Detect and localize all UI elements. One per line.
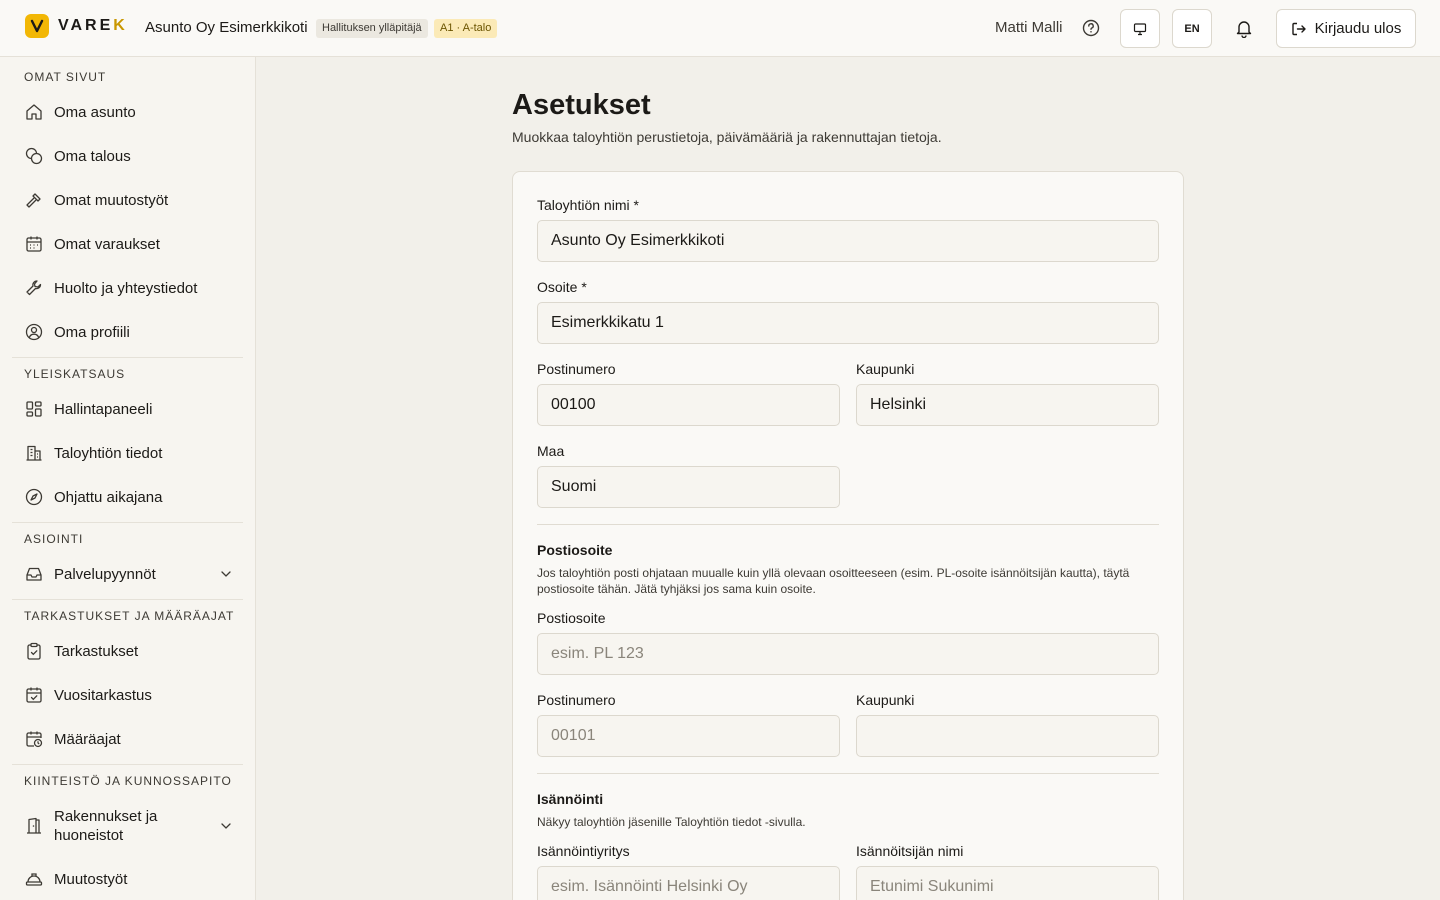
address-input[interactable] (537, 302, 1159, 344)
help-icon[interactable] (1082, 19, 1100, 37)
dashboard-icon (26, 401, 42, 417)
mail-city-label: Kaupunki (856, 692, 915, 708)
name-input[interactable] (537, 220, 1159, 262)
door-icon (27, 817, 41, 834)
org-name: Asunto Oy Esimerkkikoti (145, 19, 308, 36)
sidebar-item-tarkastukset[interactable]: Tarkastukset (12, 631, 243, 671)
logout-button[interactable]: Kirjaudu ulos (1276, 9, 1416, 48)
apartment-badge: A1 · A-talo (434, 19, 498, 38)
chevron-down-icon[interactable] (219, 819, 233, 833)
language-button[interactable]: EN (1172, 9, 1212, 48)
city-label: Kaupunki (856, 361, 915, 377)
management-description: Näkyy taloyhtiön jäsenille Taloyhtiön ti… (537, 815, 806, 829)
sidebar-item-omat-muutostyot[interactable]: Omat muutostyöt (12, 180, 243, 220)
main-content: Asetukset Muokkaa taloyhtiön perustietoj… (256, 57, 1440, 900)
section-divider (537, 773, 1159, 774)
management-company-label: Isännöintiyritys (537, 843, 630, 859)
sidebar-item-oma-asunto[interactable]: Oma asunto (12, 92, 243, 132)
settings-card: Taloyhtiön nimi * Osoite * Postinumero K… (512, 171, 1184, 900)
display-mode-button[interactable] (1120, 9, 1160, 48)
sidebar-item-huolto[interactable]: Huolto ja yhteystiedot (12, 268, 243, 308)
section-title-asiointi: ASIOINTI (24, 532, 84, 546)
sidebar: OMAT SIVUT Oma asunto Oma talous Omat mu… (0, 57, 256, 900)
sidebar-divider (12, 764, 243, 765)
postal-label: Postinumero (537, 361, 616, 377)
sidebar-item-taloyhtion-tiedot[interactable]: Taloyhtiön tiedot (12, 433, 243, 473)
country-input[interactable] (537, 466, 840, 508)
section-title-tarkastukset: TARKASTUKSET JA MÄÄRÄAJAT (24, 609, 235, 623)
sidebar-item-ohjattu-aikajana[interactable]: Ohjattu aikajana (12, 477, 243, 517)
compass-icon (25, 488, 43, 506)
coins-icon (25, 147, 43, 165)
calendar-clock-icon (26, 731, 43, 748)
sidebar-item-omat-varaukset[interactable]: Omat varaukset (12, 224, 243, 264)
user-name[interactable]: Matti Malli (995, 19, 1063, 36)
hammer-icon (26, 193, 41, 208)
mail-postal-input[interactable] (537, 715, 840, 757)
sidebar-item-oma-talous[interactable]: Oma talous (12, 136, 243, 176)
user-circle-icon (25, 323, 43, 341)
page-subtitle: Muokkaa taloyhtiön perustietoja, päivämä… (512, 129, 942, 145)
calendar-check-icon (26, 687, 42, 703)
section-title-yleiskatsaus: YLEISKATSAUS (24, 367, 126, 381)
sidebar-item-maaraajat[interactable]: Määräajat (12, 719, 243, 759)
role-badge: Hallituksen ylläpitäjä (316, 19, 428, 38)
inbox-icon (26, 567, 42, 581)
mail-address-description: Jos taloyhtiön posti ohjataan muualle ku… (537, 566, 1130, 596)
calendar-icon (26, 236, 42, 252)
home-icon (26, 104, 42, 120)
name-label: Taloyhtiön nimi * (537, 197, 639, 213)
sidebar-item-palvelupyynnot[interactable]: Palvelupyynnöt (12, 554, 243, 594)
management-heading: Isännöinti (537, 791, 604, 807)
postal-input[interactable] (537, 384, 840, 426)
sidebar-divider (12, 522, 243, 523)
clipboard-check-icon (27, 642, 41, 660)
country-label: Maa (537, 443, 565, 459)
manager-name-label: Isännöitsijän nimi (856, 843, 964, 859)
page-title: Asetukset (512, 89, 651, 121)
sidebar-item-vuositarkastus[interactable]: Vuositarkastus (12, 675, 243, 715)
mail-city-input[interactable] (856, 715, 1159, 757)
top-header: VAREK Asunto Oy Esimerkkikoti Hallitukse… (0, 0, 1440, 57)
building-icon (26, 445, 42, 461)
sidebar-divider (12, 357, 243, 358)
sidebar-item-rakennukset[interactable]: Rakennukset ja huoneistot (12, 800, 243, 852)
logout-icon (1291, 22, 1306, 35)
section-title-omat-sivut: OMAT SIVUT (24, 70, 107, 84)
sidebar-item-oma-profiili[interactable]: Oma profiili (12, 312, 243, 352)
city-input[interactable] (856, 384, 1159, 426)
mail-address-label: Postiosoite (537, 610, 606, 626)
logo-wordmark[interactable]: VAREK (58, 17, 128, 35)
mail-address-input[interactable] (537, 633, 1159, 675)
hard-hat-icon (25, 873, 43, 886)
chevron-down-icon[interactable] (219, 567, 233, 581)
section-divider (537, 524, 1159, 525)
management-company-input[interactable] (537, 866, 840, 900)
sidebar-item-muutostyot[interactable]: Muutostyöt (12, 859, 243, 899)
logout-label: Kirjaudu ulos (1314, 20, 1402, 37)
sidebar-divider (12, 599, 243, 600)
manager-name-input[interactable] (856, 866, 1159, 900)
logo-icon[interactable] (25, 14, 49, 38)
address-label: Osoite * (537, 279, 587, 295)
mail-address-heading: Postiosoite (537, 542, 613, 558)
wrench-icon (26, 280, 42, 296)
section-title-kiinteisto: KIINTEISTÖ JA KUNNOSSAPITO (24, 774, 232, 788)
bell-icon[interactable] (1234, 18, 1254, 38)
mail-postal-label: Postinumero (537, 692, 616, 708)
sidebar-item-hallintapaneeli[interactable]: Hallintapaneeli (12, 389, 243, 429)
monitor-icon (1133, 22, 1147, 35)
